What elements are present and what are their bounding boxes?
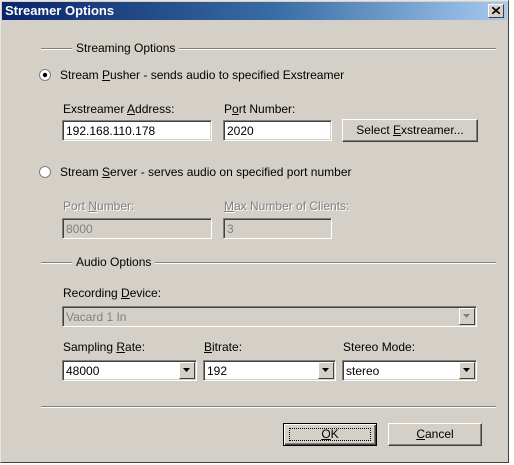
- stream-pusher-label: Stream Pusher - sends audio to specified…: [60, 68, 345, 82]
- server-port-label: Port Number:: [63, 199, 135, 213]
- stereo-mode-value: stereo: [346, 364, 380, 378]
- chevron-down-icon: [463, 314, 470, 318]
- bitrate-dropdown-button[interactable]: [318, 362, 334, 379]
- title-bar[interactable]: Streamer Options: [2, 2, 507, 20]
- cancel-button[interactable]: Cancel: [388, 423, 482, 446]
- chevron-down-icon: [183, 368, 190, 372]
- stream-pusher-radio[interactable]: [39, 69, 51, 81]
- bitrate-value: 192: [207, 364, 228, 378]
- bitrate-label: Bitrate:: [204, 340, 243, 354]
- sampling-rate-dropdown-button[interactable]: [179, 362, 195, 379]
- stream-server-radio[interactable]: [39, 166, 51, 178]
- exstreamer-address-input[interactable]: 192.168.110.178: [62, 120, 212, 141]
- sampling-rate-label: Sampling Rate:: [63, 340, 146, 354]
- max-clients-input[interactable]: 3: [223, 218, 332, 239]
- audio-options-label: Audio Options: [72, 255, 156, 269]
- close-button[interactable]: [488, 4, 504, 18]
- bitrate-select[interactable]: 192: [203, 360, 336, 381]
- recording-device-dropdown-button[interactable]: [459, 308, 475, 325]
- stereo-mode-label: Stereo Mode:: [343, 340, 416, 354]
- pusher-port-input[interactable]: 2020: [223, 120, 332, 141]
- close-icon: [492, 7, 500, 14]
- sampling-rate-select[interactable]: 48000: [62, 360, 197, 381]
- sampling-rate-value: 48000: [66, 364, 100, 378]
- exstreamer-address-label: Exstreamer Address:: [63, 102, 175, 116]
- window-title: Streamer Options: [5, 3, 115, 18]
- button-separator: [41, 406, 496, 408]
- stream-server-label: Stream Server - serves audio on specifie…: [60, 165, 352, 179]
- streamer-options-dialog: Streamer Options Streaming Options Strea…: [0, 0, 509, 463]
- stereo-mode-select[interactable]: stereo: [342, 360, 477, 381]
- chevron-down-icon: [463, 368, 470, 372]
- streaming-options-label: Streaming Options: [72, 41, 180, 55]
- recording-device-select[interactable]: Vacard 1 In: [62, 306, 477, 327]
- recording-device-value: Vacard 1 In: [66, 310, 127, 324]
- pusher-port-label: Port Number:: [224, 102, 296, 116]
- recording-device-label: Recording Device:: [63, 286, 162, 300]
- select-exstreamer-button[interactable]: Select Exstreamer...: [342, 119, 478, 142]
- server-port-input[interactable]: 8000: [62, 218, 212, 239]
- ok-button[interactable]: OK: [283, 423, 377, 446]
- max-clients-label: Max Number of Clients:: [224, 199, 350, 213]
- chevron-down-icon: [322, 368, 329, 372]
- stereo-mode-dropdown-button[interactable]: [459, 362, 475, 379]
